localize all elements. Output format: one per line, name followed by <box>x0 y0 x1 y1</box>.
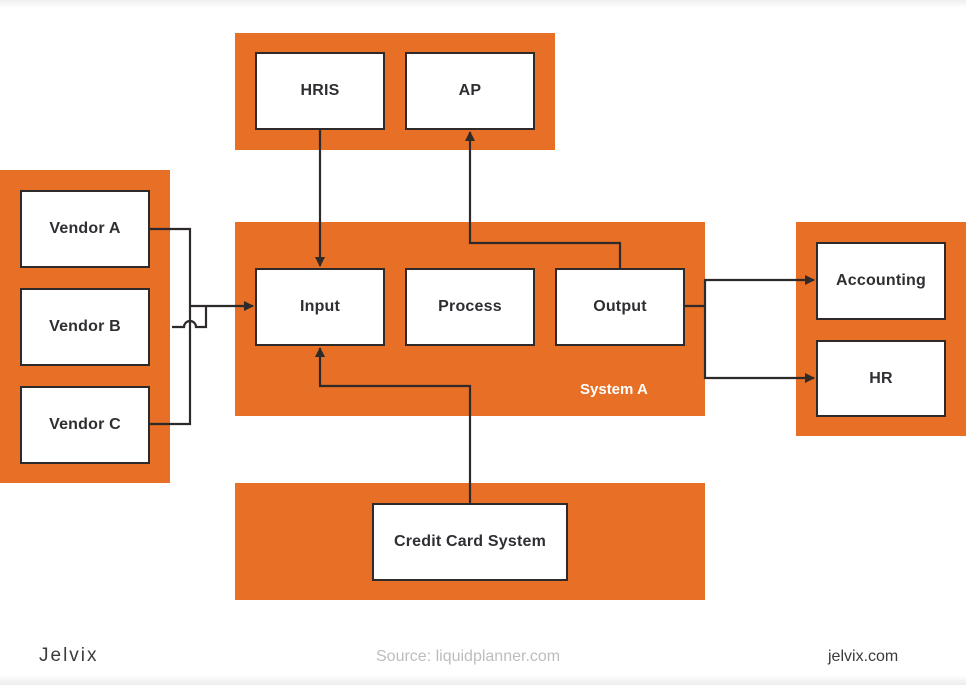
connectors <box>150 130 815 503</box>
edge-creditcard-input <box>315 347 472 503</box>
bottom-fade <box>0 675 966 685</box>
jelvix-logo: Jelvix <box>39 645 99 666</box>
edge-output-ap <box>465 131 622 268</box>
edge-output-accounting <box>684 275 815 308</box>
edge-vendor-a <box>150 227 192 306</box>
source-credit: Source: liquidplanner.com <box>376 648 561 665</box>
site-url: jelvix.com <box>828 648 899 665</box>
edge-output-hr <box>703 306 815 383</box>
